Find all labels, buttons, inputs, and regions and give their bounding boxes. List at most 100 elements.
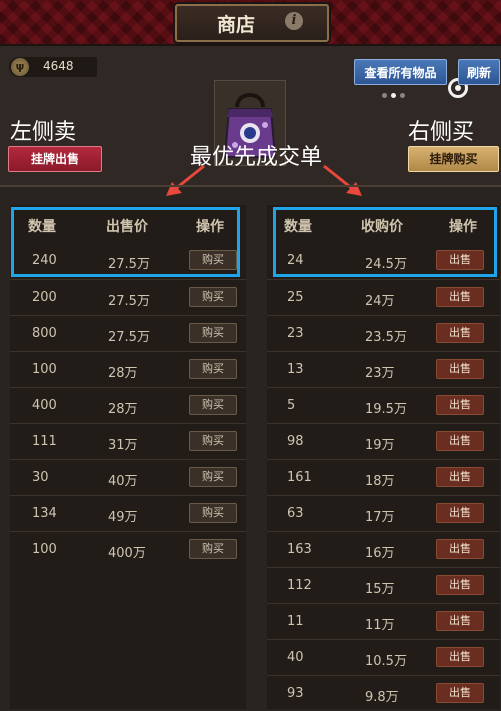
table-row: 800 27.5万 购买 [10,315,246,351]
currency-display: ψ 4648 [9,57,97,77]
price-cell: 11万 [365,618,395,633]
sell-button[interactable]: 出售 [436,647,484,667]
price-cell: 40万 [108,474,138,489]
buy-button[interactable]: 购买 [189,287,237,307]
table-row: 100 28万 购买 [10,351,246,387]
divider [0,185,501,187]
sell-orders-panel: 数量 出售价 操作 240 27.5万 购买 200 27.5万 购买 800 27.5万 购买… [10,205,246,709]
price-cell: 23.5万 [365,330,407,345]
sell-button[interactable]: 出售 [436,431,484,451]
buy-button[interactable]: 购买 [189,323,237,343]
list-for-sale-button[interactable]: 挂牌出售 [8,146,102,172]
quantity-cell: 134 [32,506,57,521]
price-cell: 24万 [365,294,395,309]
buy-button[interactable]: 购买 [189,395,237,415]
right-buy-annotation: 右侧买 [408,120,475,145]
quantity-cell: 200 [32,290,57,305]
left-sell-annotation: 左侧卖 [10,120,77,145]
price-cell: 16万 [365,546,395,561]
quantity-cell: 5 [287,398,296,413]
price-cell: 27.5万 [108,330,150,345]
table-row: 134 49万 购买 [10,495,246,531]
quantity-cell: 11 [287,614,304,629]
price-cell: 28万 [108,366,138,381]
table-row: 200 27.5万 购买 [10,279,246,315]
table-row: 13 23万 出售 [267,351,500,387]
arrow-right-icon [323,164,362,196]
sell-button[interactable]: 出售 [436,287,484,307]
table-row: 25 24万 出售 [267,279,500,315]
buy-rows: 24 24.5万 出售 25 24万 出售 23 23.5万 出售 13 23万 出售 5 19.5万 出售… [267,243,500,711]
price-cell: 27.5万 [108,294,150,309]
quantity-cell: 13 [287,362,304,377]
buy-button[interactable]: 购买 [189,539,237,559]
sell-best-order-highlight [11,207,240,277]
price-cell: 28万 [108,402,138,417]
table-row: 30 40万 购买 [10,459,246,495]
table-row: 11 11万 出售 [267,603,500,639]
sell-button[interactable]: 出售 [436,323,484,343]
table-row: 98 19万 出售 [267,423,500,459]
price-cell: 10.5万 [365,654,407,669]
table-row: 40 10.5万 出售 [267,639,500,675]
table-row: 93 9.8万 出售 [267,675,500,711]
table-row: 5 19.5万 出售 [267,387,500,423]
sell-button[interactable]: 出售 [436,503,484,523]
title-banner: 商店 i [0,0,501,46]
currency-amount: 4648 [43,59,74,73]
view-all-items-button[interactable]: 查看所有物品 [354,59,447,85]
table-row: 63 17万 出售 [267,495,500,531]
buy-orders-panel: 数量 收购价 操作 24 24.5万 出售 25 24万 出售 23 23.5万 出售 13 23万… [267,205,500,709]
buy-button[interactable]: 购买 [189,503,237,523]
quantity-cell: 98 [287,434,304,449]
quantity-cell: 23 [287,326,304,341]
sell-button[interactable]: 出售 [436,575,484,595]
quantity-cell: 111 [32,434,57,449]
sell-button[interactable]: 出售 [436,683,484,703]
sell-button[interactable]: 出售 [436,467,484,487]
table-row: 112 15万 出售 [267,567,500,603]
table-row: 111 31万 购买 [10,423,246,459]
price-cell: 19万 [365,438,395,453]
coin-icon: ψ [11,58,29,76]
quantity-cell: 25 [287,290,304,305]
sell-button[interactable]: 出售 [436,395,484,415]
table-row: 100 400万 购买 [10,531,246,567]
quantity-cell: 100 [32,362,57,377]
quantity-cell: 112 [287,578,312,593]
sell-button[interactable]: 出售 [436,611,484,631]
sell-button[interactable]: 出售 [436,539,484,559]
page-title: 商店 [216,14,255,36]
table-row: 23 23.5万 出售 [267,315,500,351]
buy-button[interactable]: 购买 [189,359,237,379]
price-cell: 49万 [108,510,138,525]
quantity-cell: 100 [32,542,57,557]
price-cell: 15万 [365,582,395,597]
buy-best-order-highlight [273,207,497,277]
quantity-cell: 63 [287,506,304,521]
price-cell: 31万 [108,438,138,453]
quantity-cell: 30 [32,470,49,485]
arrow-left-icon [166,164,205,196]
refresh-button[interactable]: 刷新 [458,59,500,85]
price-cell: 400万 [108,546,146,561]
quantity-cell: 800 [32,326,57,341]
quantity-cell: 93 [287,686,304,701]
quantity-cell: 161 [287,470,312,485]
price-cell: 19.5万 [365,402,407,417]
quantity-cell: 400 [32,398,57,413]
buy-button[interactable]: 购买 [189,467,237,487]
sell-rows: 240 27.5万 购买 200 27.5万 购买 800 27.5万 购买 100 28万 购买 40… [10,243,246,567]
price-cell: 23万 [365,366,395,381]
info-icon[interactable]: i [285,12,303,30]
list-for-purchase-button[interactable]: 挂牌购买 [408,146,499,172]
price-cell: 17万 [365,510,395,525]
buy-button[interactable]: 购买 [189,431,237,451]
price-cell: 9.8万 [365,690,399,705]
table-row: 400 28万 购买 [10,387,246,423]
sell-button[interactable]: 出售 [436,359,484,379]
price-cell: 18万 [365,474,395,489]
title-plate: 商店 i [175,4,329,42]
quantity-cell: 40 [287,650,304,665]
table-row: 163 16万 出售 [267,531,500,567]
